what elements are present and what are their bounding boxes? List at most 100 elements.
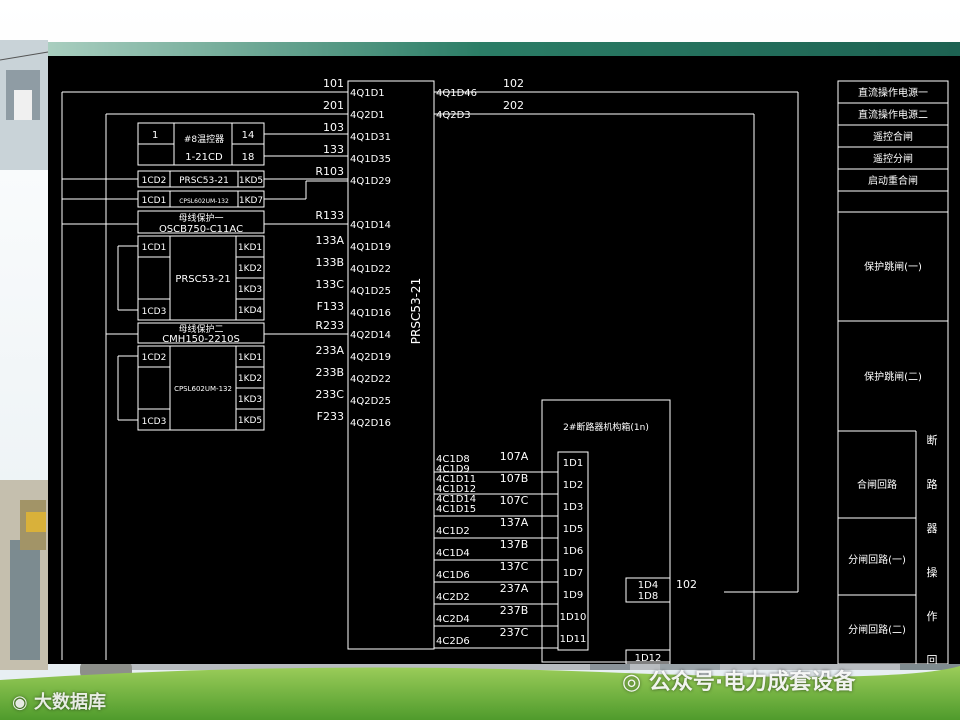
wechat-icon: ◎ xyxy=(622,670,642,695)
legend-vertical-char: 回 xyxy=(927,654,938,664)
dev2-mid: PRSC53-21 xyxy=(179,176,229,186)
wire-label-lower: 137C xyxy=(500,560,529,573)
wire-label-left: R133 xyxy=(315,209,344,222)
wire-label-left: F133 xyxy=(317,300,344,313)
dev2-left: 1CD2 xyxy=(142,176,167,186)
center-right-lower-term: 4C1D6 xyxy=(436,570,470,581)
wire-label-left: 233B xyxy=(315,366,344,379)
wire-label-lower: 137B xyxy=(500,538,529,551)
wire-label-lower: 137A xyxy=(500,516,529,529)
wire-label-left: 133C xyxy=(315,278,344,291)
prot1-right-term: 1KD1 xyxy=(238,243,262,253)
header-bar xyxy=(0,42,960,56)
wire-label-left: 133B xyxy=(315,256,344,269)
prot1-right-term: 1KD2 xyxy=(238,264,262,274)
bus1-title2: OSCB750-C11AC xyxy=(159,224,243,235)
legend-item: 直流操作电源二 xyxy=(858,108,928,121)
breaker-term: 1D11 xyxy=(560,634,587,645)
dev3-left: 1CD1 xyxy=(142,196,167,206)
measure-label-2: #8温控器 xyxy=(184,133,224,145)
wire-label-lower: 107A xyxy=(500,450,529,463)
watermark-prefix: 公众号· xyxy=(648,670,724,695)
breaker-term: 1D10 xyxy=(560,612,587,623)
center-left-term: 4Q2D16 xyxy=(350,418,391,429)
watermark-bottom-right: ◎ 公众号·电力成套设备 xyxy=(622,664,855,696)
center-left-term: 4Q1D29 xyxy=(350,176,391,187)
legend-vertical-char: 器 xyxy=(927,522,938,535)
center-left-term: 4Q2D25 xyxy=(350,396,391,407)
breaker-term: 1D2 xyxy=(563,480,583,491)
prot2-right-term: 1KD5 xyxy=(238,416,262,426)
center-left-term: 4Q1D19 xyxy=(350,242,391,253)
legend-item: 保护跳闸(二) xyxy=(864,370,922,383)
measure-label-3: 1-21CD xyxy=(185,152,223,163)
prot2-right-term: 1KD1 xyxy=(238,353,262,363)
legend-item: 保护跳闸(一) xyxy=(864,260,922,273)
measure-label-1: 1 xyxy=(152,130,158,141)
legend-item: 合闸回路 xyxy=(857,478,897,491)
legend-vertical-char: 作 xyxy=(927,610,938,623)
prot2-right-term: 1KD2 xyxy=(238,374,262,384)
prot1-mid: PRSC53-21 xyxy=(175,274,230,285)
legend-item: 启动重合闸 xyxy=(868,174,918,187)
wire-label-left: 103 xyxy=(323,121,344,134)
center-left-term: 4Q1D31 xyxy=(350,132,391,143)
wire-label-left: 233A xyxy=(315,344,344,357)
dev3-right: 1KD7 xyxy=(239,196,263,206)
wire-label-lower: 237B xyxy=(500,604,529,617)
legend-vertical-char: 断 xyxy=(927,433,938,447)
wire-label-right-top: 102 xyxy=(503,77,524,90)
measure-label-5: 18 xyxy=(242,152,255,163)
center-right-lower-term: 4C1D15 xyxy=(436,504,476,515)
center-right-lower-term: 4C2D2 xyxy=(436,592,470,603)
prot2-left-bottom: 1CD3 xyxy=(142,417,167,427)
breaker-term: 1D6 xyxy=(563,546,583,557)
center-left-term: 4Q1D1 xyxy=(350,88,385,99)
wiring-diagram-panel: 1 #8温控器 1-21CD 14 18 1CD2 PRSC53-21 1KD5 1CD1 CPS… xyxy=(48,56,960,664)
center-left-term: 4Q2D14 xyxy=(350,330,391,341)
center-left-term: 4Q2D22 xyxy=(350,374,391,385)
wire-label-lower: 237A xyxy=(500,582,529,595)
dev2-right: 1KD5 xyxy=(239,176,263,186)
prot2-left-top: 1CD2 xyxy=(142,353,167,363)
center-device-label: PRSC53-21 xyxy=(409,278,423,344)
breaker-term: 1D7 xyxy=(563,568,583,579)
center-left-term: 4Q1D16 xyxy=(350,308,391,319)
wire-label-left: R233 xyxy=(315,319,344,332)
center-left-term: 4Q2D19 xyxy=(350,352,391,363)
center-right-lower-term: 4C2D4 xyxy=(436,614,470,625)
legend-vertical-char: 操 xyxy=(927,565,938,579)
legend-vertical-char: 路 xyxy=(927,478,938,491)
center-right-top-term: 4Q2D3 xyxy=(436,110,471,121)
legend-item: 直流操作电源一 xyxy=(858,86,928,99)
watermark-text-right: 电力成套设备 xyxy=(723,670,856,695)
prot1-left-top: 1CD1 xyxy=(142,243,167,253)
center-left-term: 4Q1D14 xyxy=(350,220,391,231)
bus2-title2: CMH150-2210S xyxy=(162,334,240,345)
bus1-title1: 母线保护一 xyxy=(178,212,223,224)
breaker-wire-label: 102 xyxy=(676,578,697,591)
wire-label-left: 233C xyxy=(315,388,344,401)
wire-label-lower: 107C xyxy=(500,494,529,507)
dev3-mid: CPSL602UM-132 xyxy=(179,198,229,205)
prot2-mid: CPSL602UM-132 xyxy=(174,385,232,393)
center-left-term: 4Q1D25 xyxy=(350,286,391,297)
legend-item: 分闸回路(一) xyxy=(848,553,906,566)
wiring-diagram: 1 #8温控器 1-21CD 14 18 1CD2 PRSC53-21 1KD5 1CD1 CPS… xyxy=(61,77,949,664)
watermark-bottom-left: ◉ 大数据库 xyxy=(12,688,106,714)
center-right-top-term: 4Q1D46 xyxy=(436,88,477,99)
watermark-text-left: 大数据库 xyxy=(34,692,106,713)
wire-label-left: F233 xyxy=(317,410,344,423)
wire-label-left: 201 xyxy=(323,99,344,112)
wire-label-left: 133 xyxy=(323,143,344,156)
wire-label-right-top: 202 xyxy=(503,99,524,112)
breaker-term: 1D5 xyxy=(563,524,583,535)
center-left-term: 4Q2D1 xyxy=(350,110,385,121)
measure-label-4: 14 xyxy=(242,130,255,141)
center-right-lower-term: 4C2D6 xyxy=(436,636,470,647)
wire-label-lower: 237C xyxy=(500,626,529,639)
legend-item: 遥控分闸 xyxy=(873,152,913,165)
breaker-term: 1D9 xyxy=(563,590,583,601)
breaker-bottom-term: 1D12 xyxy=(635,653,662,664)
wire-label-left: 101 xyxy=(323,77,344,90)
